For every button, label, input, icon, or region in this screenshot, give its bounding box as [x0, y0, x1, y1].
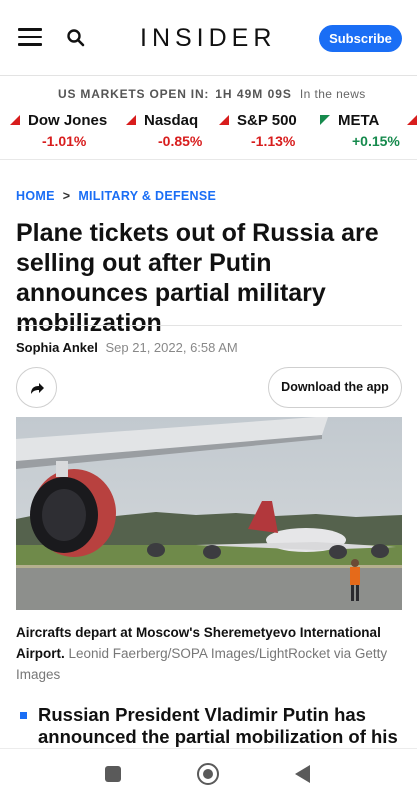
ticker-change: -1.13% [251, 133, 296, 149]
recents-square-icon[interactable] [105, 766, 121, 782]
hamburger-menu-icon[interactable] [18, 28, 42, 46]
byline: Sophia Ankel Sep 21, 2022, 6:58 AM [16, 340, 238, 355]
search-icon[interactable] [66, 28, 86, 48]
markets-bar: US MARKETS OPEN IN: 1H 49M 09S In the news… [0, 76, 417, 160]
ticker-dow-jones[interactable]: Dow Jones -1.01% [10, 112, 107, 149]
breadcrumb: HOME > MILITARY & DEFENSE [16, 189, 216, 203]
down-arrow-icon [407, 115, 417, 125]
ticker-change: -1.01% [42, 133, 87, 149]
up-arrow-icon [320, 115, 330, 125]
down-arrow-icon [126, 115, 136, 125]
ticker-name: S&P 500 [237, 112, 297, 129]
publish-date: Sep 21, 2022, 6:58 AM [105, 340, 238, 355]
ticker-name: Dow Jones [28, 112, 108, 129]
photo-credit: Leonid Faerberg/SOPA Images/LightRocket … [16, 646, 388, 682]
site-logo[interactable]: INSIDER [140, 24, 276, 53]
breadcrumb-home[interactable]: HOME [16, 189, 55, 203]
ticker-change: +0.15% [352, 133, 400, 149]
down-arrow-icon [10, 115, 20, 125]
in-the-news-link[interactable]: In the news [300, 87, 366, 101]
download-app-button[interactable]: Download the app [268, 367, 402, 408]
share-button[interactable] [16, 367, 57, 408]
ticker-sp500[interactable]: S&P 500 -1.13% [219, 112, 297, 149]
ticker-meta[interactable]: META +0.15% [320, 112, 400, 149]
market-status-label: US MARKETS OPEN IN: [58, 87, 210, 101]
photo-caption: Aircrafts depart at Moscow's Sheremetyev… [16, 622, 404, 685]
down-arrow-icon [219, 115, 229, 125]
bullet-text: Russian President Vladimir Putin has ann… [38, 704, 398, 747]
author-name[interactable]: Sophia Ankel [16, 340, 98, 355]
breadcrumb-separator: > [62, 189, 71, 203]
market-countdown: 1H 49M 09S [215, 87, 292, 101]
system-nav-bar [0, 748, 417, 800]
bullet-square-icon [20, 712, 27, 719]
home-circle-icon[interactable] [197, 763, 219, 785]
summary-bullet: Russian President Vladimir Putin has ann… [16, 704, 406, 748]
ticker-name: Nasdaq [144, 112, 199, 129]
ticker-change: -0.85% [158, 133, 203, 149]
site-header: INSIDER Subscribe [0, 0, 417, 76]
ticker-nasdaq[interactable]: Nasdaq -0.85% [126, 112, 202, 149]
ticker-name: META [338, 112, 380, 129]
share-arrow-icon [31, 383, 44, 394]
divider [16, 325, 402, 326]
breadcrumb-section[interactable]: MILITARY & DEFENSE [78, 189, 216, 203]
subscribe-button[interactable]: Subscribe [319, 25, 402, 52]
market-status: US MARKETS OPEN IN: 1H 49M 09S In the news [58, 87, 366, 101]
article-title: Plane tickets out of Russia are selling … [16, 219, 379, 337]
back-triangle-icon[interactable] [295, 765, 310, 783]
article-photo [16, 417, 402, 610]
